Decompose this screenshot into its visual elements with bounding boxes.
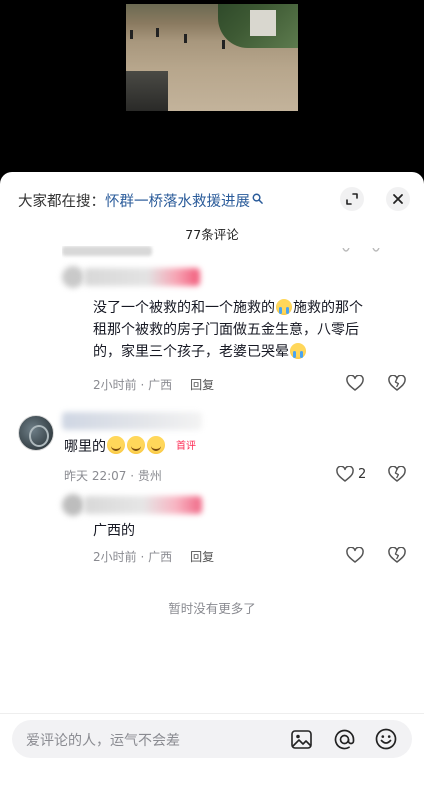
crying-emoji-icon (276, 299, 292, 315)
comment-text: 广西的 (93, 523, 135, 539)
comment-time-location: 2小时前 · 广西 (93, 550, 173, 564)
redacted-username[interactable] (84, 496, 202, 514)
emoji-icon[interactable] (374, 727, 398, 751)
avatar[interactable] (62, 494, 84, 516)
reply-button[interactable]: 回复 (190, 376, 214, 393)
comment-count: 77条评论 (185, 227, 239, 242)
comment-meta: 昨天 22:07 · 贵州 (64, 467, 162, 484)
house (250, 10, 276, 36)
like-button[interactable] (346, 547, 364, 563)
person-figure (222, 40, 225, 49)
smile-emoji-icon (147, 436, 165, 454)
comment-text-part2: 施救的那个 (293, 300, 363, 316)
first-comment-badge: 首评 (176, 441, 196, 452)
video-thumbnail[interactable] (126, 4, 298, 111)
reply-button[interactable]: 回复 (190, 548, 214, 565)
comment-text-part1: 没了一个被救的和一个施救的 (93, 300, 275, 316)
redacted-username[interactable] (84, 268, 200, 286)
like-count: 2 (358, 466, 367, 482)
video-area[interactable] (0, 0, 424, 175)
comment-text-line3: 的，家里三个孩子，老婆已哭晕 (93, 344, 289, 360)
comment-meta: 2小时前 · 广西 回复 (93, 548, 214, 565)
comment-text-line2: 租那个被救的房子门面做五金生意，八零后 (93, 322, 359, 338)
like-button[interactable]: 2 (336, 466, 366, 482)
close-icon[interactable] (386, 187, 410, 211)
comment-input-placeholder: 爱评论的人，运气不会差 (26, 733, 180, 749)
broken-heart-icon[interactable] (388, 547, 406, 563)
comment-time-location: 昨天 22:07 · 贵州 (64, 469, 162, 483)
expand-icon[interactable] (340, 187, 364, 211)
search-topic-link[interactable]: 怀群一桥落水救援进展 (105, 190, 250, 211)
scrolled-action-icons (342, 248, 380, 252)
mention-icon[interactable] (332, 727, 356, 751)
heart-icon[interactable] (346, 375, 364, 391)
comment-sheet: 大家都在搜： 怀群一桥落水救援进展 77条评论 没了一个被救的和一个施救的 施救的… (0, 172, 424, 800)
crying-emoji-icon (290, 343, 306, 359)
comment-text: 哪里的 首评 (64, 436, 196, 458)
avatar[interactable] (62, 266, 84, 288)
search-suggestion[interactable]: 大家都在搜： 怀群一桥落水救援进展 (18, 189, 263, 211)
broken-heart-icon[interactable] (388, 375, 406, 391)
redacted-username[interactable] (62, 412, 202, 430)
dark-corner (126, 71, 168, 111)
search-prefix: 大家都在搜： (18, 193, 105, 210)
like-button[interactable] (346, 375, 364, 391)
comment-meta: 2小时前 · 广西 回复 (93, 376, 214, 393)
scrolled-comment-meta (62, 246, 402, 260)
dislike-button[interactable] (388, 547, 406, 563)
dislike-button[interactable] (388, 375, 406, 391)
comment-time-location: 2小时前 · 广西 (93, 378, 173, 392)
no-more-comments: 暂时没有更多了 (168, 601, 256, 616)
dislike-button[interactable] (388, 466, 406, 482)
image-icon[interactable] (289, 727, 313, 751)
person-figure (130, 30, 133, 39)
search-icon[interactable] (252, 193, 263, 207)
person-figure (184, 34, 187, 43)
divider (0, 713, 424, 714)
scrolled-meta-text (62, 246, 152, 256)
heart-icon[interactable] (336, 466, 354, 482)
comment-text: 没了一个被救的和一个施救的 施救的那个 租那个被救的房子门面做五金生意，八零后 的… (93, 297, 403, 363)
heart-icon[interactable] (346, 547, 364, 563)
comment-text-main: 哪里的 (64, 439, 106, 455)
smile-emoji-icon (127, 436, 145, 454)
broken-heart-icon[interactable] (388, 466, 406, 482)
avatar[interactable] (18, 415, 54, 451)
smile-emoji-icon (107, 436, 125, 454)
person-figure (156, 28, 159, 37)
